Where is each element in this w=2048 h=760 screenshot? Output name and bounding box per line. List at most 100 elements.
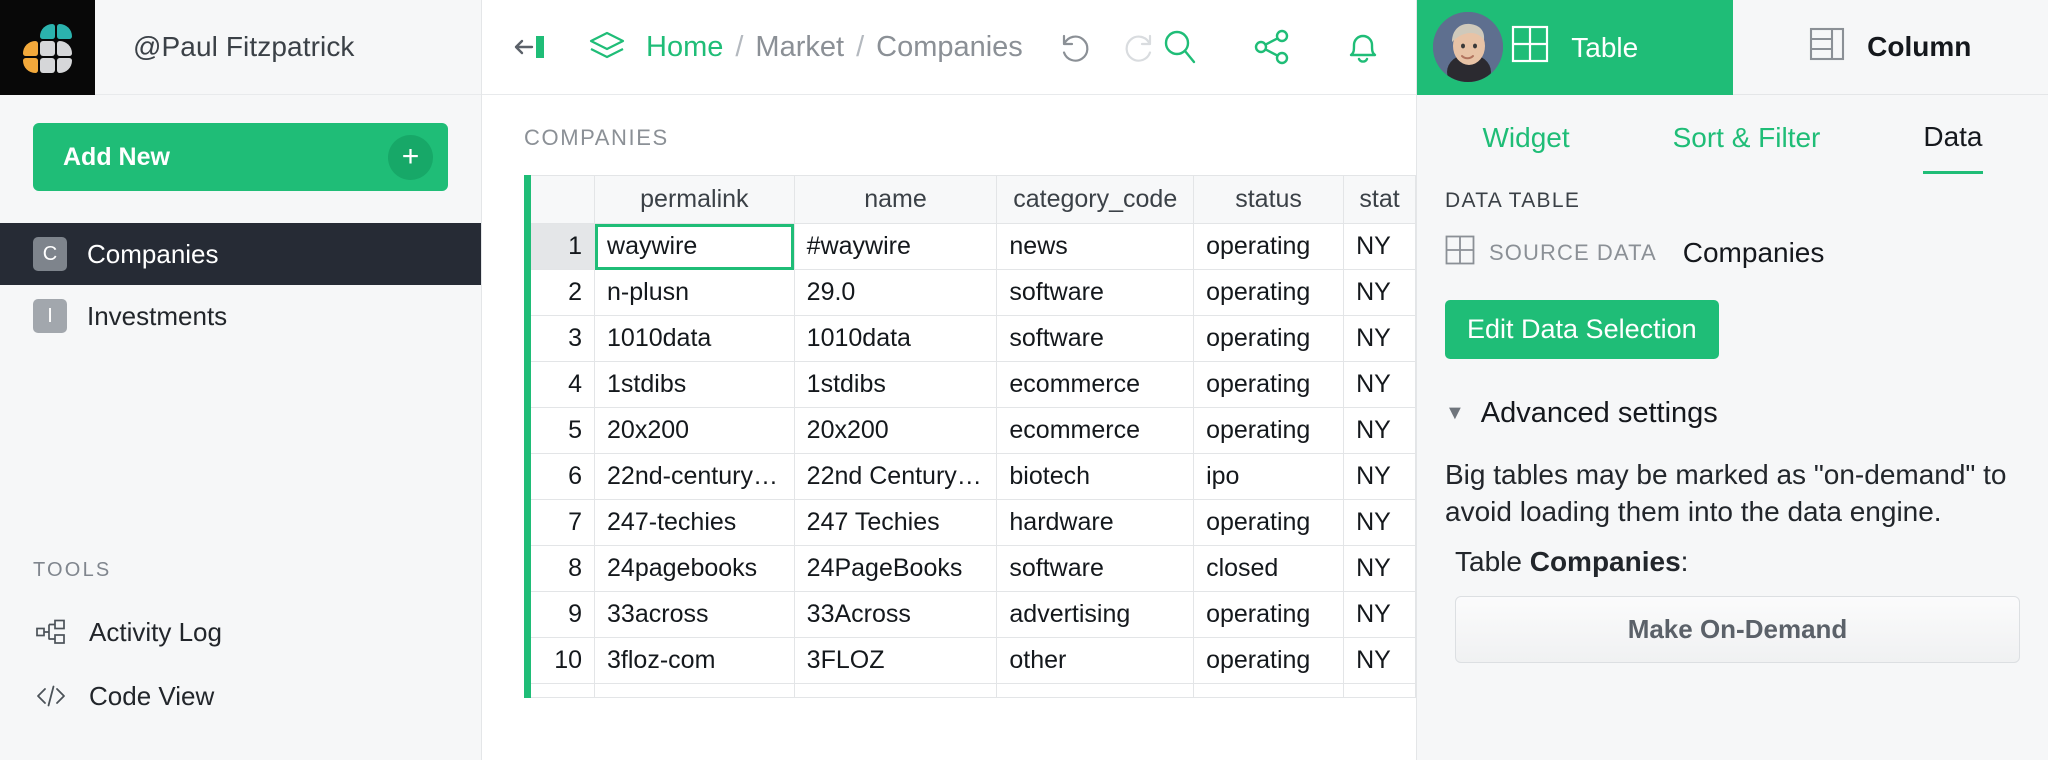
column-header-status[interactable]: status [1193, 175, 1345, 224]
cell-name[interactable] [793, 683, 998, 698]
cell-category-code[interactable] [996, 683, 1195, 698]
table-row[interactable]: 9 33across 33Across advertising operatin… [523, 591, 1416, 638]
cell-state-code[interactable]: NY [1343, 591, 1416, 638]
cell-name[interactable]: 20x200 [793, 407, 998, 454]
cell-state-code[interactable]: NY [1343, 499, 1416, 546]
cell-state-code[interactable]: NY [1343, 407, 1416, 454]
cell-status[interactable]: operating [1193, 591, 1345, 638]
column-header-category-code[interactable]: category_code [996, 175, 1195, 224]
cell-name[interactable]: 247 Techies [793, 499, 998, 546]
row-number[interactable]: 2 [523, 269, 596, 316]
cell-category-code[interactable]: hardware [996, 499, 1195, 546]
cell-status[interactable]: operating [1193, 361, 1345, 408]
undo-icon[interactable] [1055, 30, 1093, 64]
table-row[interactable]: 2 n-plusn 29.0 software operating NY [523, 269, 1416, 316]
cell-status[interactable]: operating [1193, 269, 1345, 316]
column-header-state-code[interactable]: stat [1343, 175, 1416, 224]
tool-code-view[interactable]: Code View [0, 664, 481, 728]
cell-state-code[interactable]: NY [1343, 361, 1416, 408]
tab-column[interactable]: Column [1732, 0, 2048, 95]
cell-permalink[interactable]: 24pagebooks [594, 545, 795, 592]
breadcrumb-home[interactable]: Home [646, 31, 723, 64]
row-number[interactable]: 1 [523, 223, 596, 270]
cell-category-code[interactable]: software [996, 315, 1195, 362]
subtab-data[interactable]: Data [1923, 103, 1983, 174]
cell-state-code[interactable]: NY [1343, 269, 1416, 316]
table-row[interactable]: 4 1stdibs 1stdibs ecommerce operating NY [523, 361, 1416, 408]
cell-name[interactable]: 1stdibs [793, 361, 998, 408]
cell-permalink[interactable]: 1010data [594, 315, 795, 362]
table-row[interactable]: 6 22nd-century… 22nd Century… biotech ip… [523, 453, 1416, 500]
cell-status[interactable]: closed [1193, 545, 1345, 592]
cell-name[interactable]: 24PageBooks [793, 545, 998, 592]
table-row-partial[interactable] [523, 683, 1416, 698]
cell-permalink[interactable]: 20x200 [594, 407, 795, 454]
cell-name[interactable]: #waywire [793, 223, 998, 270]
cell-category-code[interactable]: other [996, 637, 1195, 684]
cell-state-code[interactable]: NY [1343, 223, 1416, 270]
cell-permalink[interactable] [594, 683, 795, 698]
redo-icon[interactable] [1121, 30, 1159, 64]
table-row[interactable]: 1 waywire #waywire news operating NY [523, 223, 1416, 270]
cell-name[interactable]: 3FLOZ [793, 637, 998, 684]
current-username[interactable]: @Paul Fitzpatrick [95, 0, 481, 95]
cell-name[interactable]: 29.0 [793, 269, 998, 316]
make-on-demand-button[interactable]: Make On-Demand [1455, 596, 2020, 664]
collapse-panel-icon[interactable] [514, 34, 550, 60]
table-row[interactable]: 10 3floz-com 3FLOZ other operating NY [523, 637, 1416, 684]
layers-icon[interactable] [586, 29, 628, 65]
cell-category-code[interactable]: ecommerce [996, 361, 1195, 408]
row-number[interactable]: 6 [523, 453, 596, 500]
cell-state-code[interactable]: NY [1343, 637, 1416, 684]
row-number[interactable]: 10 [523, 637, 596, 684]
share-icon[interactable] [1251, 26, 1293, 68]
row-number[interactable]: 3 [523, 315, 596, 362]
cell-state-code[interactable]: NY [1343, 315, 1416, 362]
cell-state-code[interactable]: NY [1343, 545, 1416, 592]
cell-permalink[interactable]: 1stdibs [594, 361, 795, 408]
cell-name[interactable]: 33Across [793, 591, 998, 638]
cell-permalink[interactable]: 33across [594, 591, 795, 638]
row-number[interactable]: 8 [523, 545, 596, 592]
cell-category-code[interactable]: software [996, 545, 1195, 592]
row-number[interactable]: 5 [523, 407, 596, 454]
cell-status[interactable]: operating [1193, 407, 1345, 454]
sidebar-item-companies[interactable]: C Companies [0, 223, 481, 285]
breadcrumb-market[interactable]: Market [755, 31, 844, 64]
cell-state-code[interactable]: NY [1343, 453, 1416, 500]
cell-permalink[interactable]: 247-techies [594, 499, 795, 546]
column-header-name[interactable]: name [793, 175, 998, 224]
bell-icon[interactable] [1343, 26, 1383, 68]
cell-status[interactable]: ipo [1193, 453, 1345, 500]
cell-status[interactable]: operating [1193, 637, 1345, 684]
cell-category-code[interactable]: advertising [996, 591, 1195, 638]
row-number[interactable]: 4 [523, 361, 596, 408]
edit-data-selection-button[interactable]: Edit Data Selection [1445, 300, 1719, 359]
cell-permalink[interactable]: n-plusn [594, 269, 795, 316]
cell-permalink[interactable]: 3floz-com [594, 637, 795, 684]
cell-status[interactable]: operating [1193, 223, 1345, 270]
cell-category-code[interactable]: biotech [996, 453, 1195, 500]
subtab-sort-filter[interactable]: Sort & Filter [1673, 104, 1821, 172]
cell-category-code[interactable]: software [996, 269, 1195, 316]
app-logo[interactable] [0, 0, 95, 95]
breadcrumb-companies[interactable]: Companies [876, 31, 1023, 64]
sidebar-item-investments[interactable]: I Investments [0, 285, 481, 347]
cell-status[interactable] [1193, 683, 1345, 698]
tool-activity-log[interactable]: Activity Log [0, 600, 481, 664]
table-row[interactable]: 5 20x200 20x200 ecommerce operating NY [523, 407, 1416, 454]
cell-name[interactable]: 1010data [793, 315, 998, 362]
cell-status[interactable]: operating [1193, 315, 1345, 362]
advanced-settings-toggle[interactable]: ▼ Advanced settings [1445, 397, 2020, 430]
search-icon[interactable] [1159, 26, 1201, 68]
table-row[interactable]: 3 1010data 1010data software operating N… [523, 315, 1416, 362]
column-header-permalink[interactable]: permalink [594, 175, 795, 224]
cell-status[interactable]: operating [1193, 499, 1345, 546]
data-grid[interactable]: permalink name category_code status stat… [523, 175, 1416, 698]
cell-permalink[interactable]: 22nd-century… [594, 453, 795, 500]
cell-permalink[interactable]: waywire [594, 223, 795, 270]
avatar[interactable] [1432, 12, 1503, 82]
table-row[interactable]: 7 247-techies 247 Techies hardware opera… [523, 499, 1416, 546]
row-number[interactable]: 7 [523, 499, 596, 546]
table-row[interactable]: 8 24pagebooks 24PageBooks software close… [523, 545, 1416, 592]
